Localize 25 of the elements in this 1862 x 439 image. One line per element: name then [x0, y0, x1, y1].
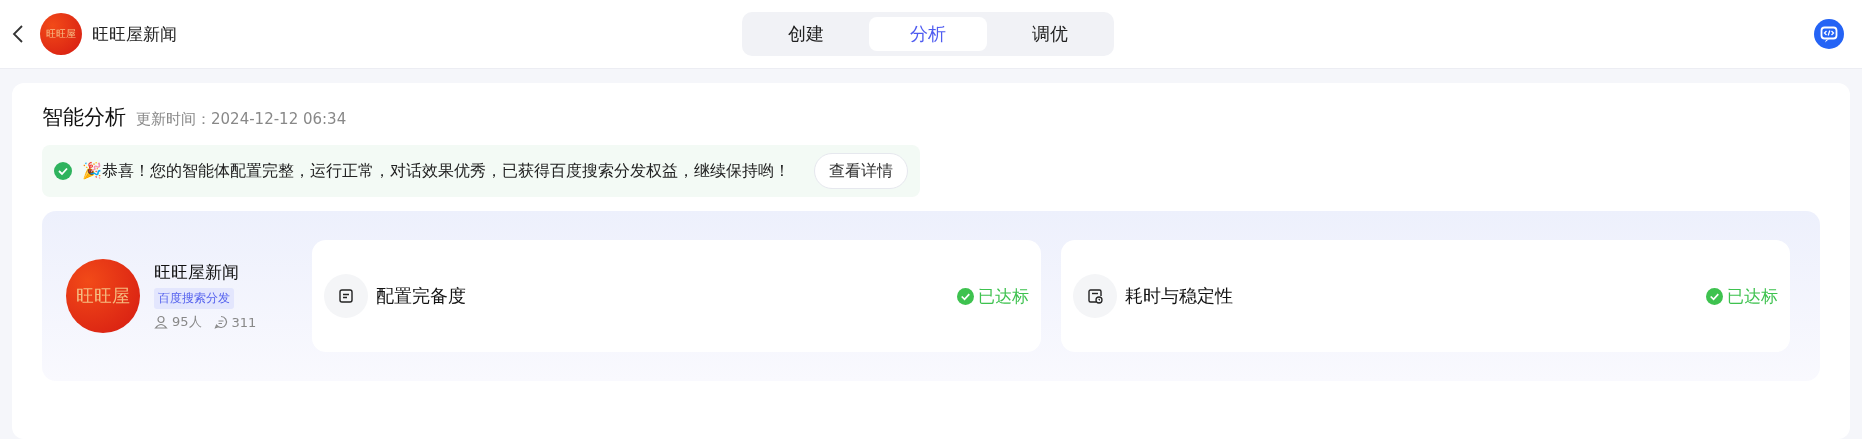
code-icon[interactable] [1814, 19, 1844, 49]
details-button[interactable]: 查看详情 [814, 153, 908, 189]
clock-card-icon [1086, 287, 1104, 305]
agent-title: 旺旺屋新闻 [92, 22, 177, 46]
agent-name: 旺旺屋新闻 [154, 261, 239, 284]
user-icon [154, 315, 168, 329]
status-text: 已达标 [1727, 284, 1778, 308]
agent-logo: 旺旺屋 [66, 259, 140, 333]
user-count: 95人 [172, 313, 202, 331]
channel-tag: 百度搜索分发 [154, 288, 234, 309]
doc-icon [337, 287, 355, 305]
back-icon[interactable] [12, 24, 24, 44]
tab[interactable]: 分析 [869, 17, 987, 51]
tab[interactable]: 创建 [747, 17, 865, 51]
check-icon [54, 162, 72, 180]
update-time: 更新时间：2024-12-12 06:34 [136, 110, 347, 129]
section-title: 智能分析 [42, 104, 126, 131]
message-count: 311 [231, 314, 257, 330]
metric-label: 耗时与稳定性 [1125, 284, 1234, 308]
chat-icon [213, 315, 228, 329]
metric-label: 配置完备度 [376, 284, 467, 308]
banner-text: 🎉恭喜！您的智能体配置完整，运行正常，对话效果优秀，已获得百度搜索分发权益，继续保持哟！ [82, 160, 790, 182]
tab[interactable]: 调优 [991, 17, 1109, 51]
logo: 旺旺屋 [40, 13, 82, 55]
status-text: 已达标 [978, 284, 1029, 308]
